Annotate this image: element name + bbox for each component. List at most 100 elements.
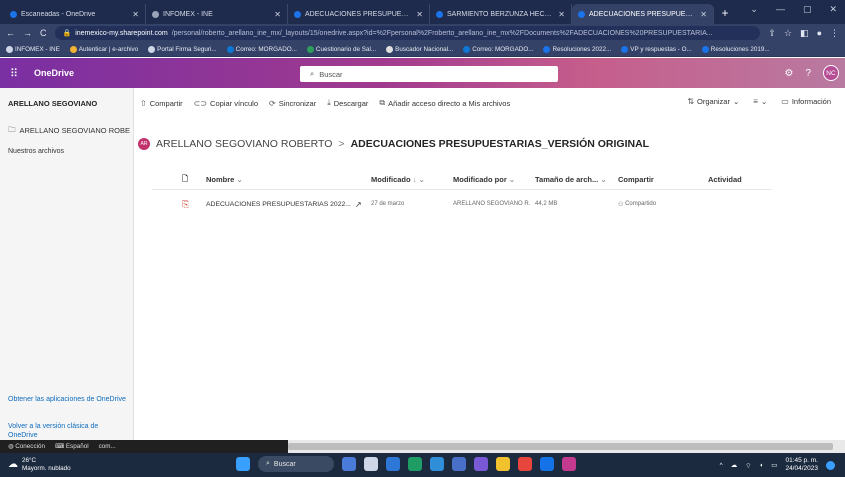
extra-chip[interactable]: com... <box>99 443 116 450</box>
bookmark[interactable]: INFOMEX - INE <box>6 45 60 53</box>
notification-icon[interactable] <box>826 460 835 470</box>
maximize-icon[interactable]: ▢ <box>803 4 812 15</box>
help-icon[interactable]: ? <box>805 68 811 79</box>
bookmark-label: Resoluciones 2019... <box>710 45 770 53</box>
menu-icon[interactable]: ⋮ <box>830 28 839 39</box>
share-page-icon[interactable]: ⇪ <box>768 28 776 39</box>
tab-search-icon[interactable]: ⌄ <box>750 4 758 15</box>
bookmark[interactable]: Resoluciones 2022... <box>543 45 611 53</box>
browser-tab[interactable]: INFOMEX - INE ✕ <box>146 4 288 24</box>
view-options-button[interactable]: ≡ ⌄ <box>753 97 767 106</box>
classic-version-link[interactable]: Volver a la versión clásica de OneDrive <box>8 422 128 440</box>
bookmark[interactable]: VP y respuestas - O... <box>621 45 692 53</box>
excel-icon[interactable] <box>408 457 422 471</box>
widgets-icon[interactable] <box>342 457 356 471</box>
column-header-modified[interactable]: Modificado ↓ ⌄ <box>371 168 425 190</box>
search-input[interactable]: ⌕ Buscar <box>300 66 558 82</box>
browser-tab[interactable]: Escaneadas - OneDrive ✕ <box>4 4 146 24</box>
app-icon[interactable] <box>452 457 466 471</box>
owner-avatar: AR <box>138 138 150 150</box>
teams-icon[interactable] <box>474 457 488 471</box>
app-icon[interactable] <box>562 457 576 471</box>
outlook-icon[interactable] <box>540 457 554 471</box>
clock[interactable]: 01:45 p. m. 24/04/2023 <box>785 457 818 473</box>
file-explorer-icon[interactable] <box>496 457 510 471</box>
download-button[interactable]: ⤓ Descargar <box>327 98 368 108</box>
file-sharing-label: Compartido <box>625 201 657 207</box>
close-window-icon[interactable]: ✕ <box>829 4 837 15</box>
back-icon[interactable]: ← <box>6 28 15 38</box>
close-tab-icon[interactable]: ✕ <box>132 10 139 19</box>
word-icon[interactable] <box>386 457 400 471</box>
browser-tab[interactable]: ADECUACIONES PRESUPUESTAL ✕ <box>288 4 430 24</box>
bookmark-label: Correo: MORGADO... <box>472 45 534 53</box>
chevron-up-icon[interactable]: ^ <box>720 462 723 469</box>
copy-link-button[interactable]: ⊂⊃ Copiar vínculo <box>194 99 258 108</box>
column-header-activity[interactable]: Actividad <box>708 168 742 190</box>
share-button[interactable]: ⇧ Compartir <box>140 99 183 108</box>
column-header-name[interactable]: Nombre ⌄ <box>206 168 243 190</box>
task-view-icon[interactable] <box>364 457 378 471</box>
nav-folder-item[interactable]: 🗀 ARELLANO SEGOVIANO ROBE <box>8 123 132 137</box>
settings-gear-icon[interactable]: ⚙ <box>784 68 793 79</box>
bookmark[interactable]: Correo: MORGADO... <box>463 45 534 53</box>
close-tab-icon[interactable]: ✕ <box>700 10 707 19</box>
chrome-icon[interactable] <box>518 457 532 471</box>
taskbar-search-label: Buscar <box>273 460 296 468</box>
column-header-size[interactable]: Tamaño de arch... ⌄ <box>535 168 607 190</box>
sync-button[interactable]: ⟳ Sincronizar <box>269 99 316 108</box>
cloud-sync-icon[interactable]: ☁ <box>731 461 738 469</box>
shortcut-icon: ⧉ <box>379 98 386 107</box>
bookmark[interactable]: Buscador Nacional... <box>386 45 453 53</box>
add-shortcut-button[interactable]: ⧉ Añadir acceso directo a Mis archivos <box>379 98 510 108</box>
get-apps-link[interactable]: Obtener las aplicaciones de OneDrive <box>8 395 128 404</box>
taskbar-search[interactable]: ⌕ Buscar <box>258 456 334 472</box>
scrollbar-thumb[interactable] <box>288 443 833 450</box>
reload-icon[interactable]: C <box>40 28 47 38</box>
search-placeholder: Buscar <box>319 69 343 79</box>
onedrive-icon <box>701 45 709 53</box>
sidebar-icon[interactable]: ◧ <box>800 28 809 39</box>
new-tab-button[interactable]: + <box>714 4 736 24</box>
profile-icon[interactable]: ● <box>817 28 822 38</box>
language-chip[interactable]: ⌨ Español <box>55 443 89 450</box>
battery-icon[interactable]: ▭ <box>771 461 777 469</box>
bookmark[interactable]: Cuestionario de Sal... <box>306 45 376 53</box>
forward-icon[interactable]: → <box>23 28 32 38</box>
bookmark[interactable]: Autenticar | e-archivo <box>69 45 138 53</box>
connection-chip[interactable]: ◍ Conección <box>8 443 45 450</box>
file-name[interactable]: ADECUACIONES PRESUPUESTARIAS 2022... <box>206 193 356 215</box>
column-header-modified-by[interactable]: Modificado por ⌄ <box>453 168 515 190</box>
url-path: /personal/roberto_arellano_ine_mx/_layou… <box>171 29 713 37</box>
brand-onedrive[interactable]: OneDrive <box>34 68 74 78</box>
nav-our-files[interactable]: Nuestros archivos <box>8 148 64 155</box>
browser-tab-active[interactable]: ADECUACIONES PRESUPUESTAI ✕ <box>572 4 714 24</box>
edge-icon[interactable] <box>430 457 444 471</box>
info-button[interactable]: ▭ Información <box>781 97 831 106</box>
browser-tab-strip: Escaneadas - OneDrive ✕ INFOMEX - INE ✕ … <box>0 0 845 24</box>
windows-start-icon[interactable] <box>236 457 250 471</box>
user-avatar[interactable]: NC <box>823 65 839 81</box>
bookmark[interactable]: Resoluciones 2019... <box>701 45 770 53</box>
bookmark-star-icon[interactable]: ☆ <box>784 28 792 39</box>
file-type-header-icon[interactable]: 🗋 <box>182 168 188 190</box>
weather-widget[interactable]: ☁ 26°C Mayorm. nublado <box>8 457 71 473</box>
organize-button[interactable]: ⇅ Organizar ⌄ <box>687 97 739 106</box>
bookmark[interactable]: Portal Firma Seguri... <box>148 45 217 53</box>
close-tab-icon[interactable]: ✕ <box>416 10 423 19</box>
volume-icon[interactable]: ◖ <box>759 462 763 469</box>
close-tab-icon[interactable]: ✕ <box>274 10 281 19</box>
app-launcher-icon[interactable]: ⠿ <box>0 67 28 80</box>
bookmark[interactable]: Correo: MORGADO... <box>226 45 297 53</box>
breadcrumb-parent[interactable]: ARELLANO SEGOVIANO ROBERTO <box>156 138 332 150</box>
browser-tab[interactable]: SARMIENTO BERZUNZA HECTOI ✕ <box>430 4 572 24</box>
table-row[interactable]: ⎘ ADECUACIONES PRESUPUESTARIAS 2022... ↗… <box>152 193 772 215</box>
minimize-icon[interactable]: — <box>776 4 785 15</box>
onedrive-header: ⠿ OneDrive ⌕ Buscar ⚙ ? NC <box>0 58 845 88</box>
close-tab-icon[interactable]: ✕ <box>558 10 565 19</box>
share-file-icon[interactable]: ↗ <box>355 193 362 215</box>
wifi-icon[interactable]: ⌔ <box>745 461 751 470</box>
onedrive-icon <box>294 10 301 18</box>
url-input[interactable]: 🔒 inemexico-my.sharepoint.com/personal/r… <box>54 26 761 40</box>
column-header-sharing[interactable]: Compartir <box>618 168 654 190</box>
